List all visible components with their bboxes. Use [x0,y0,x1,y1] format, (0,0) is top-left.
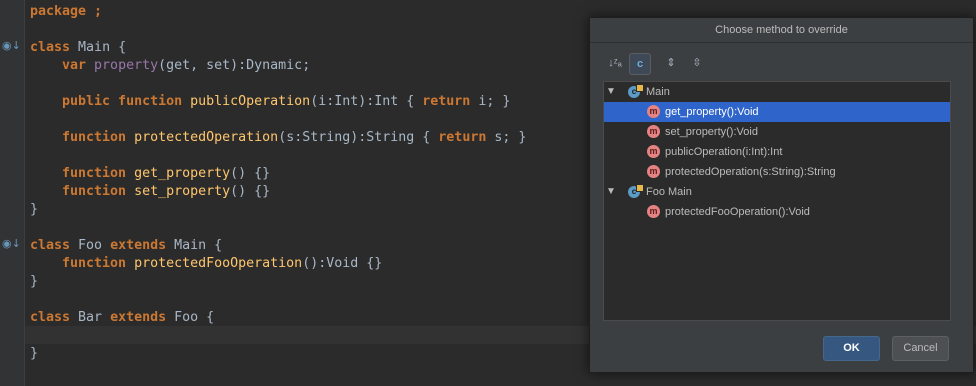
collapse-all-icon[interactable]: ⇳ [687,53,707,73]
code-token: class [30,310,79,325]
tree-node-label: Main [646,86,670,98]
code-line[interactable]: class Bar extends Foo { [30,309,214,327]
code-token: protectedFooOperation [134,256,303,271]
tree-method-node[interactable]: m get_property():Void [604,102,950,122]
expand-all-icon[interactable]: ⇕ [661,53,681,73]
code-line[interactable]: package ; [30,3,102,21]
class-icon: c [628,184,644,198]
code-token: class [30,40,79,55]
method-icon: m [647,145,660,158]
code-token: function [30,166,135,181]
tree-method-node[interactable]: m set_property():Void [604,122,950,142]
code-token: () {} [230,166,271,181]
code-line[interactable]: } [30,345,38,363]
code-token: (s:String):String { [278,130,439,145]
dialog-title: Choose method to override [590,18,973,43]
code-token: class [30,238,79,253]
code-line[interactable]: var property(get, set):Dynamic; [30,57,310,75]
code-token: Foo [78,238,111,253]
tree-method-node[interactable]: m protectedFooOperation():Void [604,202,950,222]
code-token: Bar [78,310,111,325]
code-token: publicOperation [190,94,311,109]
tree-method-node[interactable]: m protectedOperation(s:String):String [604,162,950,182]
tree-node-label: protectedOperation(s:String):String [665,166,836,178]
expand-arrow-icon[interactable]: ▼ [606,182,616,202]
code-line[interactable]: function protectedOperation(s:String):St… [30,129,526,147]
code-token: } [30,274,39,289]
code-line[interactable]: function get_property() {} [30,165,270,183]
show-classes-icon[interactable]: c [629,53,651,75]
tree-method-node[interactable]: m publicOperation(i:Int):Int [604,142,950,162]
class-icon: c [628,84,644,98]
tree-node-label: get_property():Void [665,106,759,118]
ok-button[interactable]: OK [823,336,880,361]
code-token: get_property [134,166,231,181]
code-token: protectedOperation [134,130,279,145]
code-line[interactable]: class Foo extends Main { [30,237,222,255]
code-token: property [94,58,159,73]
code-token: extends [110,310,175,325]
code-token: function [30,130,135,145]
tree-node-label: set_property():Void [665,126,758,138]
cancel-button[interactable]: Cancel [892,336,949,361]
overridden-method-icon[interactable]: ◉↓ [2,238,21,250]
tree-node-label: Foo Main [646,186,692,198]
tree-node-label: protectedFooOperation():Void [665,206,810,218]
code-token: ():Void {} [302,256,383,271]
method-icon: m [647,205,660,218]
code-token: public function [30,94,191,109]
code-token: extends [110,238,175,253]
editor-gutter: ◉↓ ◉↓ [0,0,25,386]
code-token: s; } [486,130,527,145]
method-icon: m [647,105,660,118]
code-token: function [30,184,135,199]
method-icon: m [647,125,660,138]
code-token: Foo { [174,310,215,325]
code-line[interactable]: } [30,201,38,219]
code-token: } [30,346,39,361]
code-line[interactable]: function protectedFooOperation():Void {} [30,255,382,273]
method-icon: m [647,165,660,178]
code-line[interactable]: } [30,273,38,291]
code-token: return [422,94,471,109]
expand-arrow-icon[interactable]: ▼ [606,82,616,102]
code-line[interactable]: function set_property() {} [30,183,270,201]
code-token: package ; [30,4,103,19]
tree-node-label: publicOperation(i:Int):Int [665,146,783,158]
code-line[interactable]: public function publicOperation(i:Int):I… [30,93,510,111]
code-token: Main { [174,238,223,253]
tree-class-node[interactable]: ▼ c Main [604,82,950,102]
tree-class-node[interactable]: ▼ c Foo Main [604,182,950,202]
code-token: Main { [78,40,127,55]
code-token: (get, set):Dynamic; [158,58,311,73]
sort-alpha-icon[interactable]: ↓ᶻₐ [605,53,625,73]
code-token: () {} [230,184,271,199]
code-token: function [30,256,135,271]
code-token: } [30,202,39,217]
code-token: var [30,58,95,73]
overridden-method-icon[interactable]: ◉↓ [2,40,21,52]
code-token: (i:Int):Int { [310,94,423,109]
code-token: i; } [470,94,511,109]
method-tree[interactable]: ▼ c Main m get_property():Void m set_property(… [603,81,951,321]
override-method-dialog: Choose method to override ↓ᶻₐ c ⇕ ⇳ ▼ c Ma… [589,17,974,373]
code-line[interactable]: class Main { [30,39,126,57]
code-token: set_property [134,184,231,199]
code-token: return [438,130,487,145]
